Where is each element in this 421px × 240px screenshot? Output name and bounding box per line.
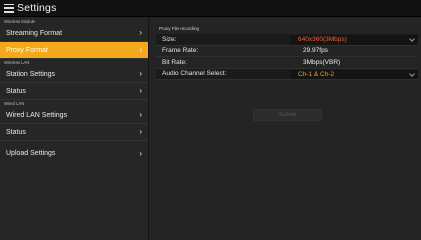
settings-sidebar: Wireless Module Streaming Format › Proxy…: [0, 18, 149, 240]
hamburger-menu-icon[interactable]: [4, 3, 14, 13]
size-row: Size: 640x360(3Mbps): [156, 34, 418, 46]
sidebar-item-label: Upload Settings: [6, 150, 56, 157]
chevron-right-icon: ›: [139, 69, 142, 78]
sidebar-item-streaming-format[interactable]: Streaming Format ›: [0, 25, 148, 42]
title-bar: Settings: [0, 0, 421, 17]
audio-channel-row: Audio Channel Select: Ch-1 & Ch-2: [156, 68, 418, 80]
chevron-down-icon: [409, 70, 415, 77]
frame-rate-label: Frame Rate:: [162, 47, 199, 55]
size-label: Size:: [162, 35, 177, 43]
sidebar-item-label: Station Settings: [6, 70, 56, 78]
sidebar-item-label: Wired LAN Settings: [6, 111, 68, 119]
bit-rate-value: 3Mbps(VBR): [303, 58, 341, 66]
chevron-right-icon: ›: [139, 148, 142, 158]
sidebar-item-wired-status[interactable]: Status ›: [0, 124, 148, 141]
chevron-right-icon: ›: [139, 110, 142, 119]
sidebar-item-station-settings[interactable]: Station Settings ›: [0, 66, 148, 83]
section-label-wireless-module: Wireless Module: [4, 19, 35, 24]
section-title: Proxy File recording: [159, 26, 200, 31]
window-title: Settings: [17, 2, 57, 14]
sidebar-item-label: Proxy Format: [6, 46, 49, 54]
frame-rate-row: Frame Rate: 29.97fps: [156, 46, 418, 57]
size-select[interactable]: 640x360(3Mbps): [290, 35, 418, 45]
chevron-right-icon: ›: [139, 86, 142, 95]
chevron-down-icon: [409, 36, 415, 42]
submit-button[interactable]: Submit: [253, 109, 322, 121]
size-select-value: 640x360(3Mbps): [298, 36, 347, 44]
settings-window: Settings Wireless Module Streaming Forma…: [0, 0, 421, 240]
chevron-right-icon: ›: [139, 28, 142, 37]
sidebar-item-label: Status: [6, 87, 26, 95]
audio-channel-select-value: Ch-1 & Ch-2: [298, 70, 335, 78]
bit-rate-label: Bit Rate:: [162, 58, 187, 66]
audio-channel-label: Audio Channel Select:: [162, 70, 227, 78]
chevron-right-icon: ›: [139, 127, 142, 136]
section-label-wired-lan: Wired LAN: [4, 101, 25, 106]
proxy-format-panel: Proxy File recording Size: 640x360(3Mbps…: [150, 18, 421, 240]
bit-rate-row: Bit Rate: 3Mbps(VBR): [156, 57, 418, 69]
sidebar-item-proxy-format[interactable]: Proxy Format ›: [0, 42, 148, 59]
chevron-right-icon: ›: [139, 45, 142, 54]
audio-channel-select[interactable]: Ch-1 & Ch-2: [290, 69, 418, 79]
section-label-wireless-lan: Wireless LAN: [4, 60, 30, 65]
frame-rate-value: 29.97fps: [303, 47, 328, 55]
sidebar-item-wireless-status[interactable]: Status ›: [0, 83, 148, 100]
sidebar-item-upload-settings[interactable]: Upload Settings ›: [0, 145, 148, 162]
sidebar-item-label: Streaming Format: [6, 29, 63, 37]
sidebar-item-label: Status: [6, 128, 26, 136]
sidebar-item-wired-lan-settings[interactable]: Wired LAN Settings ›: [0, 107, 148, 124]
